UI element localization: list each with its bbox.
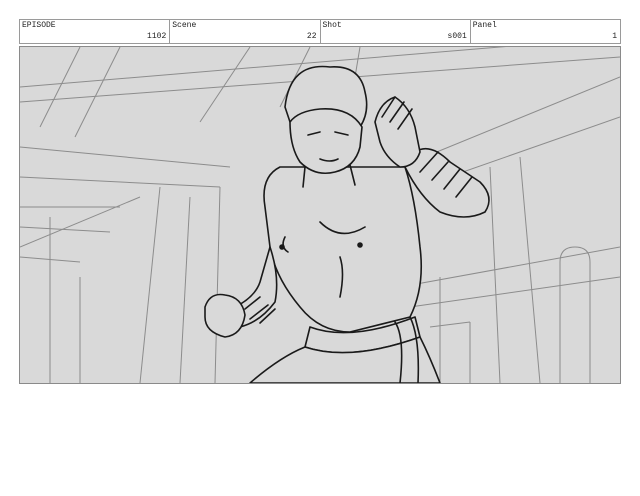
storyboard-header: EPISODE 1102 Scene 22 Shot s001 Panel 1: [19, 19, 621, 44]
scene-label: Scene: [172, 21, 197, 30]
character-figure: [204, 65, 490, 383]
episode-value: 1102: [147, 32, 167, 41]
panel-value: 1: [612, 32, 617, 41]
episode-label: EPISODE: [22, 21, 56, 30]
shot-field: Shot s001: [321, 20, 471, 43]
scene-value: 22: [306, 32, 317, 41]
shot-label: Shot: [322, 21, 342, 30]
panel-sketch: [20, 47, 620, 383]
storyboard-panel: [19, 46, 621, 384]
episode-field: EPISODE 1102: [20, 20, 171, 43]
scene-field: Scene 22: [170, 20, 321, 43]
panel-label: Panel: [472, 21, 497, 30]
panel-field: Panel 1: [471, 20, 620, 43]
shot-value: s001: [447, 32, 467, 41]
